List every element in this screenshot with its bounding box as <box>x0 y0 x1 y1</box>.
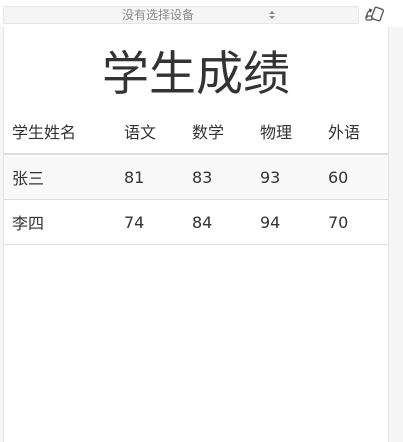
cell-chinese: 81 <box>124 167 145 187</box>
header-chinese: 语文 <box>124 123 157 142</box>
cell-name: 张三 <box>12 169 45 188</box>
page-title: 学生成绩 <box>102 47 290 102</box>
table-row: 张三 81 83 93 60 <box>4 154 388 200</box>
select-arrows-icon <box>269 11 275 19</box>
grades-table: 学生姓名 语文 数学 物理 外语 张三 81 83 93 60 李四 74 84… <box>4 109 388 245</box>
table-row: 李四 74 84 94 70 <box>4 200 388 245</box>
cell-foreign-language: 70 <box>328 212 349 232</box>
device-toolbar: 没有选择设备 <box>0 0 403 27</box>
page-viewport: 学生成绩 学生姓名 语文 数学 物理 外语 张三 81 83 93 60 李四 … <box>3 27 389 442</box>
rotate-device-icon[interactable] <box>364 6 386 24</box>
cell-physics: 93 <box>260 167 281 187</box>
cell-physics: 94 <box>260 212 281 232</box>
cell-math: 83 <box>192 167 213 187</box>
header-physics: 物理 <box>260 123 293 142</box>
device-select[interactable]: 没有选择设备 <box>3 6 359 24</box>
browser-emulator-frame: 没有选择设备 学生成绩 学生姓名 语文 数学 物理 外语 张三 81 83 93… <box>0 0 403 442</box>
cell-math: 84 <box>192 212 213 232</box>
table-header-row: 学生姓名 语文 数学 物理 外语 <box>4 109 388 154</box>
device-select-value: 没有选择设备 <box>121 8 194 22</box>
header-student-name: 学生姓名 <box>12 123 77 142</box>
header-foreign-language: 外语 <box>328 123 361 142</box>
cell-name: 李四 <box>12 214 45 233</box>
cell-foreign-language: 60 <box>328 167 349 187</box>
header-math: 数学 <box>192 123 225 142</box>
cell-chinese: 74 <box>124 212 145 232</box>
